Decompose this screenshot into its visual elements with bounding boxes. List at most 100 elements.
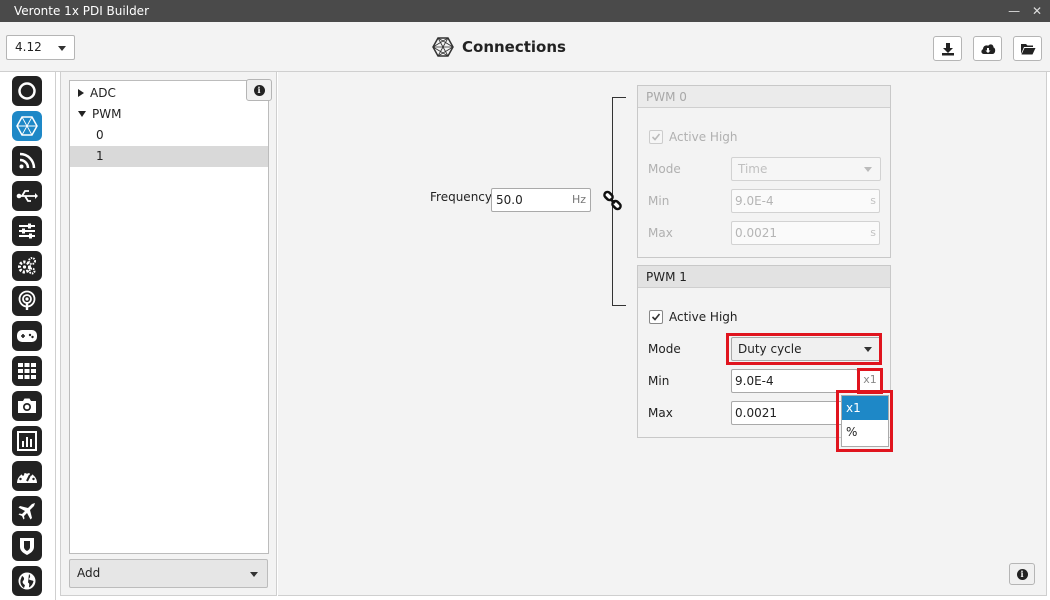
pwm0-active-high-label: Active High — [669, 130, 738, 144]
podcast-icon — [18, 290, 36, 310]
add-select-label: Add — [77, 566, 101, 580]
cloud-download-button[interactable] — [973, 36, 1002, 61]
shield-icon — [20, 538, 34, 555]
sidebar-item-connections[interactable] — [12, 111, 42, 141]
pwm0-title: PWM 0 — [638, 86, 890, 108]
pwm0-max-input[interactable]: 0.0021 s — [731, 221, 880, 245]
chain-link-icon — [603, 190, 622, 211]
tree-info-button[interactable]: i — [246, 79, 272, 101]
sidebar-item-globe[interactable] — [12, 566, 42, 596]
pwm0-mode-select[interactable]: Time — [731, 157, 881, 181]
pwm0-max-unit: s — [870, 226, 876, 239]
globe-icon — [18, 572, 36, 590]
pwm0-min-input[interactable]: 9.0E-4 s — [731, 189, 880, 213]
add-select[interactable]: Add — [69, 559, 268, 588]
connections-icon — [16, 116, 38, 136]
tree-panel: ADC PWM 0 1 i Add — [60, 72, 277, 596]
window-controls: — ✕ — [1000, 0, 1042, 22]
chevron-down-icon — [864, 167, 872, 172]
minimize-button[interactable]: — — [1008, 4, 1020, 18]
window-titlebar: Veronte 1x PDI Builder — ✕ — [0, 0, 1050, 22]
chevron-down-icon — [250, 572, 258, 577]
folder-open-icon — [1020, 43, 1035, 54]
camera-icon — [18, 398, 36, 413]
check-icon — [651, 133, 661, 141]
tree-list: ADC PWM 0 1 — [69, 80, 269, 554]
sidebar-item-shield[interactable] — [12, 531, 42, 561]
pwm0-min-value: 9.0E-4 — [735, 194, 774, 208]
sidebar-item-podcast[interactable] — [12, 286, 42, 316]
pwm1-active-high-checkbox[interactable] — [649, 310, 663, 324]
sidebar-item-grid[interactable] — [12, 356, 42, 386]
sidebar-item-settings[interactable] — [12, 251, 42, 281]
info-icon: i — [1016, 568, 1028, 580]
tree-item-pwm[interactable]: PWM — [70, 104, 268, 125]
sidebar-item-plane[interactable] — [12, 496, 42, 526]
tree-item-label: 0 — [96, 128, 104, 142]
pwm0-max-label: Max — [648, 226, 673, 240]
mode-highlight-box — [726, 333, 882, 365]
window-title: Veronte 1x PDI Builder — [14, 4, 149, 18]
pwm1-mode-label: Mode — [648, 342, 681, 356]
dashboard-icon — [17, 471, 37, 483]
main-info-button[interactable]: i — [1009, 563, 1035, 585]
sidebar-item-gamepad[interactable] — [12, 321, 42, 351]
download-icon — [941, 42, 954, 55]
rss-icon — [19, 152, 36, 169]
power-icon — [18, 82, 36, 100]
pwm0-min-unit: s — [870, 194, 876, 207]
tree-item-label: PWM — [92, 107, 122, 121]
check-icon — [651, 313, 661, 321]
chevron-down-icon — [58, 46, 66, 51]
connections-icon — [432, 37, 454, 57]
sidebar-item-camera[interactable] — [12, 391, 42, 421]
pwm0-min-label: Min — [648, 194, 670, 208]
pwm1-title: PWM 1 — [638, 266, 890, 288]
pwm1-max-value: 0.0021 — [735, 406, 777, 420]
version-select[interactable]: 4.12 — [6, 35, 75, 60]
sidebar-item-usb[interactable] — [12, 181, 42, 211]
pwm0-active-high-checkbox[interactable] — [649, 130, 663, 144]
frequency-input[interactable]: 50.0 Hz — [491, 188, 591, 212]
close-button[interactable]: ✕ — [1032, 4, 1042, 18]
sliders-icon — [19, 223, 35, 239]
sidebar-item-dashboard[interactable] — [12, 461, 42, 491]
chart-icon — [17, 431, 37, 451]
open-folder-button[interactable] — [1013, 36, 1042, 61]
pwm1-min-label: Min — [648, 374, 670, 388]
tree-item-adc[interactable]: ADC — [70, 83, 268, 104]
gamepad-icon — [17, 330, 37, 342]
link-toggle[interactable] — [602, 190, 624, 215]
frequency-label: Frequency — [430, 190, 492, 204]
pwm1-min-value: 9.0E-4 — [735, 374, 774, 388]
app-header: 4.12 Connections — [0, 22, 1050, 72]
frequency-value: 50.0 — [496, 193, 523, 207]
pwm0-max-value: 0.0021 — [735, 226, 777, 240]
tree-item-label: ADC — [90, 86, 116, 100]
cloud-download-icon — [980, 43, 995, 54]
pwm1-active-high-label: Active High — [669, 310, 738, 324]
plane-icon — [18, 503, 35, 520]
sidebar-item-sliders[interactable] — [12, 216, 42, 246]
dropdown-highlight-box — [836, 390, 893, 452]
info-icon: i — [253, 84, 265, 96]
module-sidebar — [0, 72, 56, 600]
pwm0-mode-value: Time — [738, 162, 768, 176]
pwm0-mode-label: Mode — [648, 162, 681, 176]
version-value: 4.12 — [15, 40, 42, 54]
tree-item-label: 1 — [96, 149, 104, 163]
collapse-arrow-icon[interactable] — [78, 111, 86, 117]
sidebar-item-power[interactable] — [12, 76, 42, 106]
download-button[interactable] — [933, 36, 962, 61]
frequency-unit: Hz — [571, 193, 586, 206]
sidebar-item-chart[interactable] — [12, 426, 42, 456]
tree-item-pwm-0[interactable]: 0 — [70, 125, 268, 146]
pwm1-max-label: Max — [648, 406, 673, 420]
usb-icon — [16, 190, 38, 202]
gears-icon — [18, 257, 36, 275]
page-title: Connections — [432, 35, 566, 59]
tree-item-pwm-1[interactable]: 1 — [70, 146, 268, 167]
page-title-text: Connections — [462, 38, 566, 56]
expand-arrow-icon[interactable] — [78, 89, 84, 97]
sidebar-item-rss[interactable] — [12, 146, 42, 176]
